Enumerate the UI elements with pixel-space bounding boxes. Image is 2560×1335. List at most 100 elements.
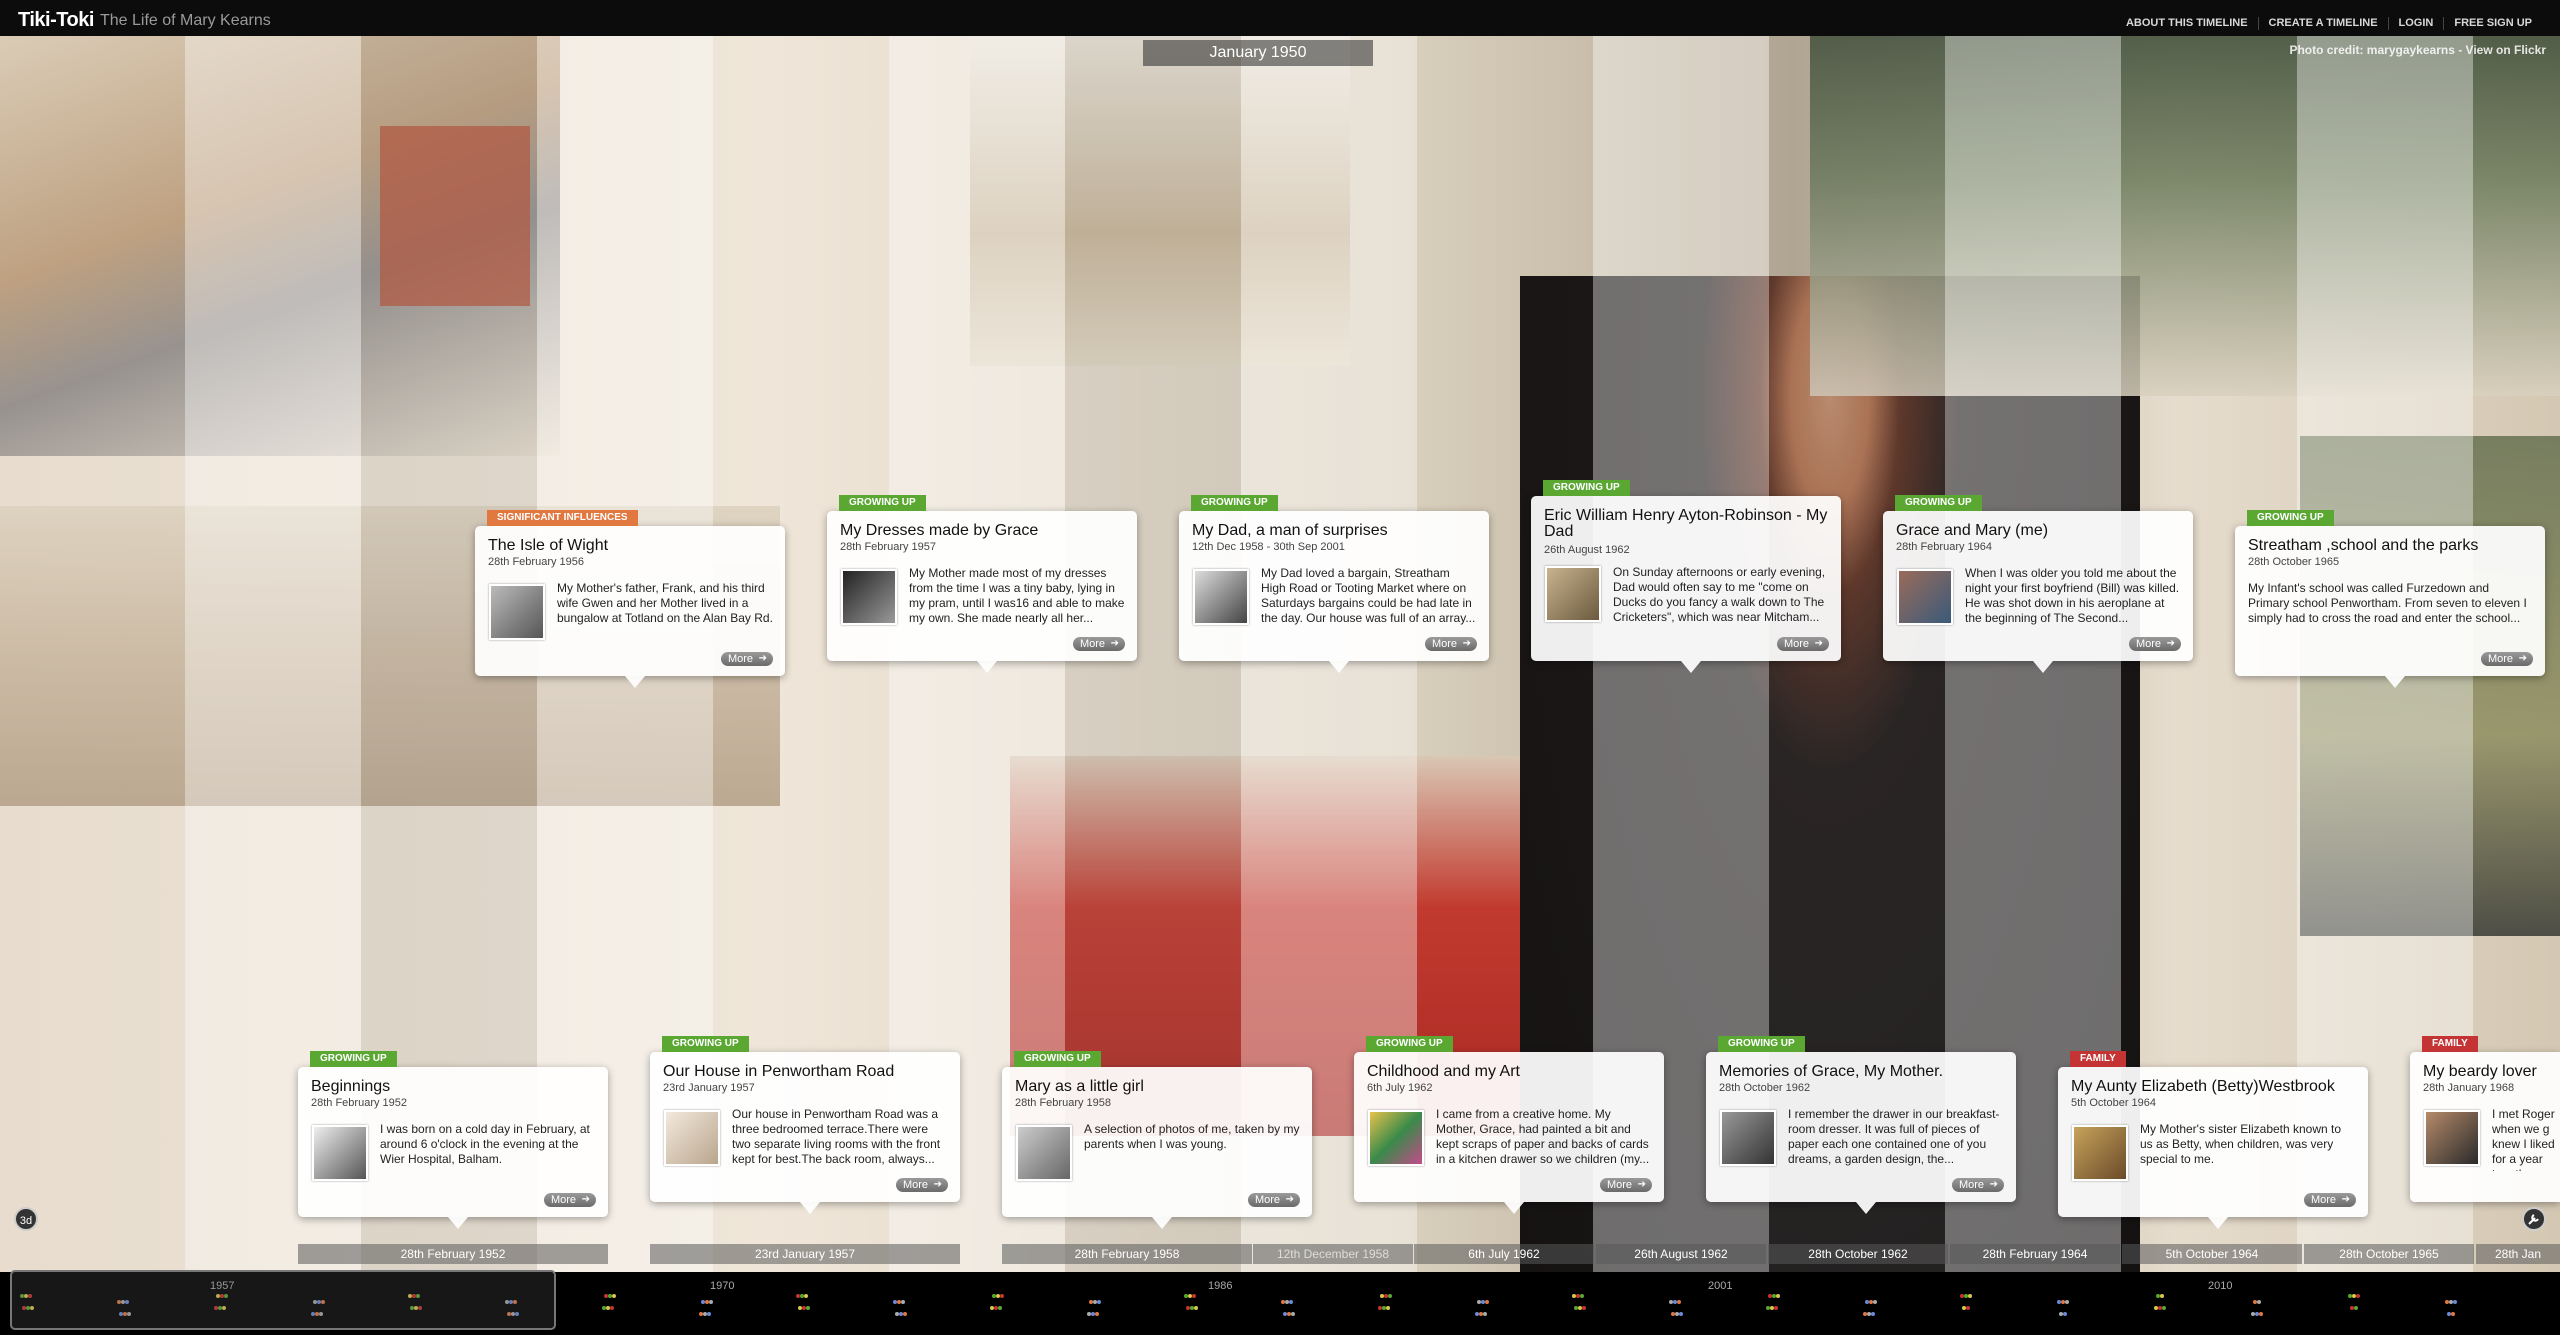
category-tag: GROWING UP bbox=[662, 1036, 749, 1052]
current-date-ribbon: January 1950 bbox=[1143, 40, 1373, 66]
story-title: My Dad, a man of surprises bbox=[1192, 522, 1388, 539]
navigator-story-marker bbox=[1485, 1300, 1489, 1304]
axis-date-label: 5th October 1964 bbox=[2122, 1244, 2302, 1264]
more-button[interactable]: More bbox=[1599, 1178, 1652, 1192]
more-button[interactable]: More bbox=[1072, 637, 1125, 651]
story-excerpt: Our house in Penwortham Road was a three… bbox=[732, 1107, 941, 1166]
story-card[interactable]: GROWING UP My Dresses made by Grace 28th… bbox=[827, 495, 1137, 673]
story-thumbnail[interactable] bbox=[1368, 1110, 1424, 1166]
navigator-year: 1986 bbox=[1208, 1280, 1233, 1292]
story-date: 28th October 1965 bbox=[2248, 556, 2340, 568]
navigator-story-marker bbox=[1679, 1312, 1683, 1316]
brand-logo[interactable]: Tiki-Toki bbox=[18, 9, 94, 32]
axis-date-label: 6th July 1962 bbox=[1414, 1244, 1594, 1264]
navigator-story-marker bbox=[903, 1312, 907, 1316]
category-tag: GROWING UP bbox=[1718, 1036, 1805, 1052]
more-button[interactable]: More bbox=[2303, 1193, 2356, 1207]
nav-free-sign-up[interactable]: FREE SIGN UP bbox=[2443, 17, 2542, 30]
story-card[interactable]: FAMILY My beardy lover 28th January 1968… bbox=[2410, 1036, 2560, 1202]
navigator-visible-window[interactable] bbox=[10, 1270, 556, 1330]
navigator-story-marker bbox=[707, 1312, 711, 1316]
story-excerpt: I came from a creative home. My Mother, … bbox=[1436, 1107, 1650, 1166]
category-tag: GROWING UP bbox=[1014, 1051, 1101, 1067]
navigator-story-marker bbox=[2065, 1300, 2069, 1304]
photo-credit[interactable]: Photo credit: marygaykearns - View on Fl… bbox=[2289, 43, 2546, 57]
story-date: 28th January 1968 bbox=[2423, 1082, 2515, 1094]
more-button[interactable]: More bbox=[895, 1178, 948, 1192]
story-card[interactable]: GROWING UP Our House in Penwortham Road … bbox=[650, 1036, 960, 1214]
category-tag: FAMILY bbox=[2422, 1036, 2478, 1052]
story-thumbnail[interactable] bbox=[312, 1125, 368, 1181]
story-title: Grace and Mary (me) bbox=[1896, 522, 2049, 539]
nav-login[interactable]: LOGIN bbox=[2387, 17, 2444, 30]
nav-about-timeline[interactable]: ABOUT THIS TIMELINE bbox=[2116, 17, 2258, 30]
story-thumbnail[interactable] bbox=[1193, 569, 1249, 625]
story-card[interactable]: FAMILY My Aunty Elizabeth (Betty)Westbro… bbox=[2058, 1051, 2368, 1229]
story-title: Our House in Penwortham Road bbox=[663, 1063, 895, 1080]
navigator-story-marker bbox=[1194, 1306, 1198, 1310]
axis-date-label: 26th August 1962 bbox=[1596, 1244, 1766, 1264]
story-card[interactable]: GROWING UP Childhood and my Art 6th July… bbox=[1354, 1036, 1664, 1214]
axis-date-label: 28th February 1952 bbox=[298, 1244, 608, 1264]
story-excerpt: My Mother's sister Elizabeth known to us… bbox=[2140, 1122, 2342, 1166]
category-tag: GROWING UP bbox=[1543, 480, 1630, 496]
top-bar: Tiki-Toki The Life of Mary Kearns ABOUT … bbox=[0, 0, 2560, 36]
story-card[interactable]: GROWING UP Eric William Henry Ayton-Robi… bbox=[1531, 480, 1841, 673]
more-button[interactable]: More bbox=[1951, 1178, 2004, 1192]
story-date: 28th February 1956 bbox=[488, 556, 585, 568]
story-date: 5th October 1964 bbox=[2071, 1097, 2157, 1109]
navigator-story-marker bbox=[1582, 1306, 1586, 1310]
navigator-story-marker bbox=[901, 1300, 905, 1304]
navigator-story-marker bbox=[2453, 1300, 2457, 1304]
story-card[interactable]: GROWING UP Mary as a little girl 28th Fe… bbox=[1002, 1051, 1312, 1229]
timeline-title: The Life of Mary Kearns bbox=[100, 12, 271, 29]
more-button[interactable]: More bbox=[1247, 1193, 1300, 1207]
navigator-story-marker bbox=[1873, 1300, 1877, 1304]
story-excerpt: A selection of photos of me, taken by my… bbox=[1084, 1122, 1300, 1151]
category-tag: FAMILY bbox=[2070, 1051, 2126, 1067]
more-button[interactable]: More bbox=[2128, 637, 2181, 651]
story-card[interactable]: GROWING UP My Dad, a man of surprises 12… bbox=[1179, 495, 1489, 673]
story-card[interactable]: GROWING UP Memories of Grace, My Mother.… bbox=[1706, 1036, 2016, 1214]
navigator-story-marker bbox=[2354, 1306, 2358, 1310]
navigator-story-marker bbox=[1677, 1300, 1681, 1304]
story-thumbnail[interactable] bbox=[2424, 1110, 2480, 1166]
navigator-story-marker bbox=[1968, 1294, 1972, 1298]
story-card[interactable]: GROWING UP Streatham ,school and the par… bbox=[2235, 510, 2545, 688]
story-title: My Aunty Elizabeth (Betty)Westbrook bbox=[2071, 1078, 2335, 1095]
story-thumbnail[interactable] bbox=[1897, 569, 1953, 625]
story-thumbnail[interactable] bbox=[1720, 1110, 1776, 1166]
axis-date-label: 28th October 1965 bbox=[2304, 1244, 2474, 1264]
view-3d-toggle[interactable]: 3d bbox=[14, 1207, 38, 1231]
story-title: Beginnings bbox=[311, 1078, 391, 1095]
story-thumbnail[interactable] bbox=[1016, 1125, 1072, 1181]
wrench-icon[interactable] bbox=[2522, 1207, 2546, 1231]
story-title: The Isle of Wight bbox=[488, 537, 609, 554]
navigator-story-marker bbox=[1000, 1294, 1004, 1298]
more-button[interactable]: More bbox=[543, 1193, 596, 1207]
story-excerpt: My Mother's father, Frank, and his third… bbox=[557, 581, 773, 625]
more-button[interactable]: More bbox=[2480, 652, 2533, 666]
nav-create-timeline[interactable]: CREATE A TIMELINE bbox=[2257, 17, 2388, 30]
story-title: Eric William Henry Ayton-Robinson - My D… bbox=[1544, 507, 1828, 540]
navigator-story-marker bbox=[1580, 1294, 1584, 1298]
more-button[interactable]: More bbox=[1424, 637, 1477, 651]
story-thumbnail[interactable] bbox=[2072, 1125, 2128, 1181]
navigator-story-marker bbox=[1192, 1294, 1196, 1298]
story-thumbnail[interactable] bbox=[489, 584, 545, 640]
category-tag: GROWING UP bbox=[1366, 1036, 1453, 1052]
more-button[interactable]: More bbox=[720, 652, 773, 666]
story-card[interactable]: SIGNIFICANT INFLUENCES The Isle of Wight… bbox=[475, 510, 785, 688]
more-button[interactable]: More bbox=[1776, 637, 1829, 651]
navigator-story-marker bbox=[1776, 1294, 1780, 1298]
story-card[interactable]: GROWING UP Beginnings 28th February 1952… bbox=[298, 1051, 608, 1229]
story-date: 28th October 1962 bbox=[1719, 1082, 1811, 1094]
story-excerpt: On Sunday afternoons or early evening, D… bbox=[1613, 565, 1826, 624]
navigator-year: 2001 bbox=[1708, 1280, 1733, 1292]
story-card[interactable]: GROWING UP Grace and Mary (me) 28th Febr… bbox=[1883, 495, 2193, 673]
category-tag: GROWING UP bbox=[2247, 510, 2334, 526]
story-thumbnail[interactable] bbox=[841, 569, 897, 625]
story-thumbnail[interactable] bbox=[664, 1110, 720, 1166]
navigator-story-marker bbox=[1095, 1312, 1099, 1316]
story-thumbnail[interactable] bbox=[1545, 566, 1601, 622]
